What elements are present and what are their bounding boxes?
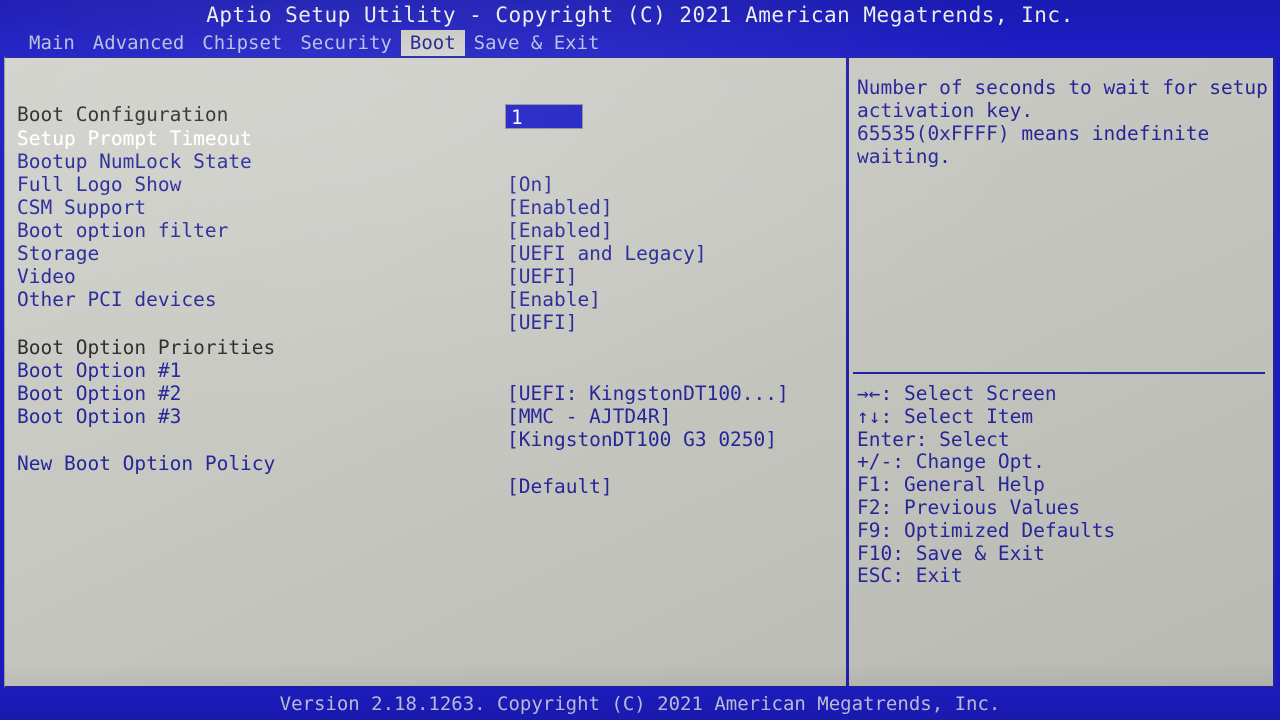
setting-row-full-logo-show[interactable]: Full Logo Show [Enabled] bbox=[5, 150, 845, 219]
key-legend-optimized-defaults: F9: Optimized Defaults bbox=[857, 518, 1116, 542]
horizontal-divider bbox=[853, 372, 1265, 374]
key-legend-esc-exit: ESC: Exit bbox=[857, 564, 963, 588]
key-legend-general-help: F1: General Help bbox=[857, 473, 1045, 497]
tab-security[interactable]: Security bbox=[291, 30, 401, 56]
setting-row-boot-option-3[interactable]: Boot Option #3 [KingstonDT100 G3 0250] bbox=[5, 382, 845, 451]
setting-row-setup-prompt-timeout[interactable]: Setup Prompt Timeout 1 bbox=[5, 104, 845, 150]
key-legend-previous-values: F2: Previous Values bbox=[857, 495, 1081, 519]
title-bar: Aptio Setup Utility - Copyright (C) 2021… bbox=[0, 0, 1280, 30]
footer-bar: Version 2.18.1263. Copyright (C) 2021 Am… bbox=[0, 688, 1280, 720]
setting-row-boot-option-filter[interactable]: Boot option filter [UEFI and Legacy] bbox=[5, 196, 845, 265]
setting-row-boot-option-1[interactable]: Boot Option #1 [UEFI: KingstonDT100...] bbox=[5, 336, 845, 405]
content-panel: Boot Configuration Setup Prompt Timeout … bbox=[4, 56, 1277, 690]
setting-row-other-pci-devices[interactable]: Other PCI devices [UEFI] bbox=[5, 265, 845, 334]
bios-setup-screen: Aptio Setup Utility - Copyright (C) 2021… bbox=[0, 0, 1280, 720]
tab-save-exit[interactable]: Save & Exit bbox=[465, 30, 609, 56]
row-label: Other PCI devices bbox=[17, 288, 217, 311]
key-legend-select-screen: →←: Select Screen bbox=[857, 382, 1057, 405]
row-value[interactable]: [Default] bbox=[507, 475, 613, 498]
app-title: Aptio Setup Utility - Copyright (C) 2021… bbox=[206, 3, 1074, 27]
setting-row-bootup-numlock-state[interactable]: Bootup NumLock State [On] bbox=[5, 127, 845, 196]
setting-row-new-boot-option-policy[interactable]: New Boot Option Policy [Default] bbox=[5, 429, 845, 498]
section-heading-boot-option-priorities: Boot Option Priorities bbox=[5, 313, 845, 359]
tab-advanced[interactable]: Advanced bbox=[84, 30, 194, 56]
tab-boot[interactable]: Boot bbox=[400, 30, 465, 56]
row-label: Boot Option #3 bbox=[17, 405, 182, 428]
setting-row-csm-support[interactable]: CSM Support [Enabled] bbox=[5, 173, 845, 242]
tab-main[interactable]: Main bbox=[20, 30, 84, 56]
setting-row-video[interactable]: Video [Enable] bbox=[5, 242, 845, 311]
key-legend-save-exit: F10: Save & Exit bbox=[857, 541, 1045, 565]
section-heading-boot-configuration: Boot Configuration bbox=[5, 80, 845, 126]
help-description: Number of seconds to wait for setup acti… bbox=[857, 76, 1268, 168]
key-legend: →←: Select Screen ↑↓: Select Item Enter:… bbox=[857, 382, 1269, 588]
setup-prompt-timeout-input[interactable]: 1 bbox=[505, 104, 583, 129]
settings-list: Boot Configuration Setup Prompt Timeout … bbox=[5, 58, 845, 686]
setting-row-boot-option-2[interactable]: Boot Option #2 [MMC - AJTD4R] bbox=[5, 359, 845, 428]
help-pane: Number of seconds to wait for setup acti… bbox=[851, 58, 1277, 690]
version-text: Version 2.18.1263. Copyright (C) 2021 Am… bbox=[279, 693, 1001, 715]
key-legend-change-opt: +/-: Change Opt. bbox=[857, 450, 1045, 474]
row-value[interactable]: [MMC - AJTD4R] bbox=[507, 405, 671, 428]
row-value[interactable]: [Enable] bbox=[507, 288, 601, 311]
tab-chipset[interactable]: Chipset bbox=[193, 30, 291, 56]
key-legend-select-item: ↑↓: Select Item bbox=[857, 404, 1034, 428]
key-legend-enter-select: Enter: Select bbox=[857, 427, 1010, 451]
vertical-divider bbox=[846, 58, 849, 690]
row-label: New Boot Option Policy bbox=[17, 452, 276, 475]
setting-row-storage[interactable]: Storage [UEFI] bbox=[5, 219, 845, 288]
menu-tab-bar[interactable]: Main Advanced Chipset Security Boot Save… bbox=[0, 30, 1280, 56]
